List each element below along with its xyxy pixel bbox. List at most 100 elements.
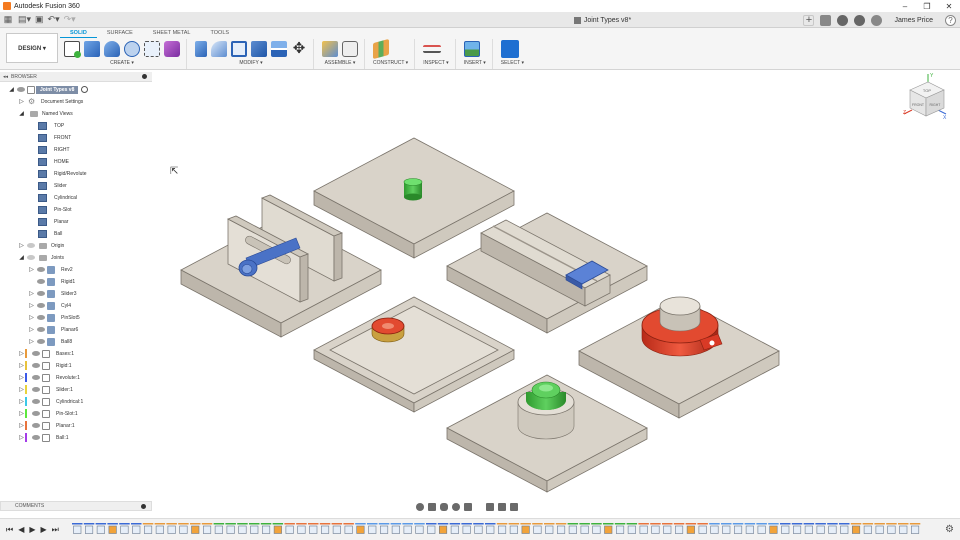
timeline-feature-icon[interactable] <box>262 525 271 534</box>
sweep-icon[interactable] <box>124 41 140 57</box>
expand-right-icon[interactable]: ▷ <box>18 242 25 249</box>
timeline-feature-icon[interactable] <box>497 525 507 534</box>
tree-item-planar[interactable]: ▷ Planar:1 <box>18 420 75 431</box>
create-sketch-icon[interactable] <box>64 41 81 58</box>
timeline-feature-icon[interactable] <box>226 525 235 534</box>
tree-item-view-home[interactable]: HOME <box>38 156 69 167</box>
job-status-icon[interactable] <box>820 14 832 26</box>
expand-right-icon[interactable]: ▷ <box>28 338 35 345</box>
tree-item-joint-pinslot5[interactable]: ▷ PinSlot5 <box>28 312 80 323</box>
visibility-eye-icon[interactable] <box>32 399 40 404</box>
visibility-eye-icon[interactable] <box>32 423 40 428</box>
split-body-icon[interactable] <box>271 41 287 57</box>
undo-icon[interactable]: ↶▾ <box>48 13 60 27</box>
timeline-feature-icon[interactable] <box>96 525 105 534</box>
visibility-eye-icon[interactable] <box>37 339 45 344</box>
browser-pin-icon[interactable] <box>142 74 147 79</box>
timeline-feature-icon[interactable] <box>297 525 306 534</box>
select-group-label[interactable]: SELECT ▾ <box>501 60 524 66</box>
timeline-feature-icon[interactable] <box>73 525 82 534</box>
visibility-eye-icon[interactable] <box>32 387 40 392</box>
comments-panel[interactable]: COMMENTS <box>0 501 152 511</box>
orbit-icon[interactable] <box>416 503 424 511</box>
visibility-eye-icon[interactable] <box>37 279 45 284</box>
expand-right-icon[interactable]: ▷ <box>28 302 35 309</box>
play-icon[interactable]: ▶ <box>29 525 35 535</box>
browser-header[interactable]: ◂◂ BROWSER <box>0 72 152 82</box>
timeline-feature-icon[interactable] <box>698 525 707 534</box>
timeline-feature-icon[interactable] <box>462 525 471 534</box>
move-copy-icon[interactable]: ✥ <box>291 41 307 57</box>
timeline-feature-icon[interactable] <box>344 525 353 534</box>
tree-item-joint-rev2[interactable]: ▷ Rev2 <box>28 264 73 275</box>
timeline-feature-icon[interactable] <box>521 525 530 534</box>
timeline-feature-icon[interactable] <box>379 525 389 534</box>
visibility-eye-icon[interactable] <box>37 291 45 296</box>
fit-zoom-icon[interactable] <box>464 503 472 511</box>
timeline-features[interactable] <box>72 523 932 535</box>
tree-item-bases[interactable]: ▷ Bases:1 <box>18 348 74 359</box>
timeline-feature-icon[interactable] <box>132 525 141 534</box>
tree-item-view-front[interactable]: FRONT <box>38 132 71 143</box>
expand-right-icon[interactable]: ▷ <box>18 386 25 393</box>
visibility-eye-icon[interactable] <box>37 267 45 272</box>
canvas-viewport[interactable] <box>152 70 960 500</box>
timeline-feature-icon[interactable] <box>450 525 459 534</box>
insert-group-label[interactable]: INSERT ▾ <box>464 60 486 66</box>
expand-right-icon[interactable]: ▷ <box>18 362 25 369</box>
timeline-feature-icon[interactable] <box>438 525 448 534</box>
timeline-feature-icon[interactable] <box>568 525 577 534</box>
timeline-feature-icon[interactable] <box>533 525 542 534</box>
timeline-feature-icon[interactable] <box>108 525 117 534</box>
combine-icon[interactable] <box>251 41 267 57</box>
tab-solid[interactable]: SOLID <box>60 28 97 38</box>
assemble-group-label[interactable]: ASSEMBLE ▾ <box>322 60 358 66</box>
activate-radio-icon[interactable] <box>81 86 89 93</box>
timeline-feature-icon[interactable] <box>615 525 625 534</box>
visibility-eye-icon[interactable] <box>32 375 40 380</box>
timeline-feature-icon[interactable] <box>674 525 684 534</box>
expand-down-icon[interactable]: ◢ <box>18 254 25 261</box>
view-cube[interactable]: TOP FRONT RIGHT Y X Z <box>898 72 950 124</box>
expand-right-icon[interactable]: ▷ <box>28 266 35 273</box>
timeline-feature-icon[interactable] <box>120 525 129 534</box>
timeline-feature-icon[interactable] <box>321 525 330 534</box>
tree-item-revolute[interactable]: ▷ Revolute:1 <box>18 372 80 383</box>
notifications-clock-icon[interactable] <box>854 14 866 26</box>
construct-group-label[interactable]: CONSTRUCT ▾ <box>373 60 408 66</box>
timeline-feature-icon[interactable] <box>415 525 424 534</box>
timeline-feature-icon[interactable] <box>710 525 719 534</box>
expand-right-icon[interactable]: ▷ <box>18 410 25 417</box>
display-settings-icon[interactable] <box>486 503 494 511</box>
tree-item-joint-cyl4[interactable]: ▷ Cyl4 <box>28 300 71 311</box>
timeline-feature-icon[interactable] <box>686 525 695 534</box>
create-box-icon[interactable] <box>84 41 100 57</box>
shell-icon[interactable] <box>231 41 247 57</box>
timeline-feature-icon[interactable] <box>639 525 648 534</box>
new-component-icon[interactable] <box>322 41 338 57</box>
tree-item-view-top[interactable]: TOP <box>38 120 64 131</box>
timeline-feature-icon[interactable] <box>556 525 566 534</box>
tree-item-joint-planar6[interactable]: ▷ Planar6 <box>28 324 78 335</box>
tree-item-view-pin-slot[interactable]: Pin-Slot <box>38 204 72 215</box>
cylindrical-joint-model[interactable] <box>578 296 780 419</box>
timeline-feature-icon[interactable] <box>486 525 495 534</box>
ball-joint-model[interactable] <box>446 374 648 493</box>
timeline-feature-icon[interactable] <box>179 525 188 534</box>
timeline-feature-icon[interactable] <box>167 525 176 534</box>
timeline-feature-icon[interactable] <box>875 525 884 534</box>
measure-icon[interactable] <box>423 45 442 53</box>
timeline-feature-icon[interactable] <box>214 525 223 534</box>
visibility-eye-icon[interactable] <box>37 327 45 332</box>
expand-right-icon[interactable]: ▷ <box>28 314 35 321</box>
timeline-feature-icon[interactable] <box>144 525 153 534</box>
timeline-feature-icon[interactable] <box>203 525 212 534</box>
timeline-feature-icon[interactable] <box>545 525 554 534</box>
new-tab-plus-icon[interactable]: + <box>803 14 815 26</box>
timeline-feature-icon[interactable] <box>155 525 164 534</box>
visibility-eye-icon[interactable] <box>32 363 40 368</box>
tree-root[interactable]: ◢ Joint Types v8 <box>8 84 89 95</box>
timeline-feature-icon[interactable] <box>191 525 200 534</box>
expand-right-icon[interactable]: ▷ <box>18 398 25 405</box>
tree-item-slider[interactable]: ▷ Slider:1 <box>18 384 73 395</box>
